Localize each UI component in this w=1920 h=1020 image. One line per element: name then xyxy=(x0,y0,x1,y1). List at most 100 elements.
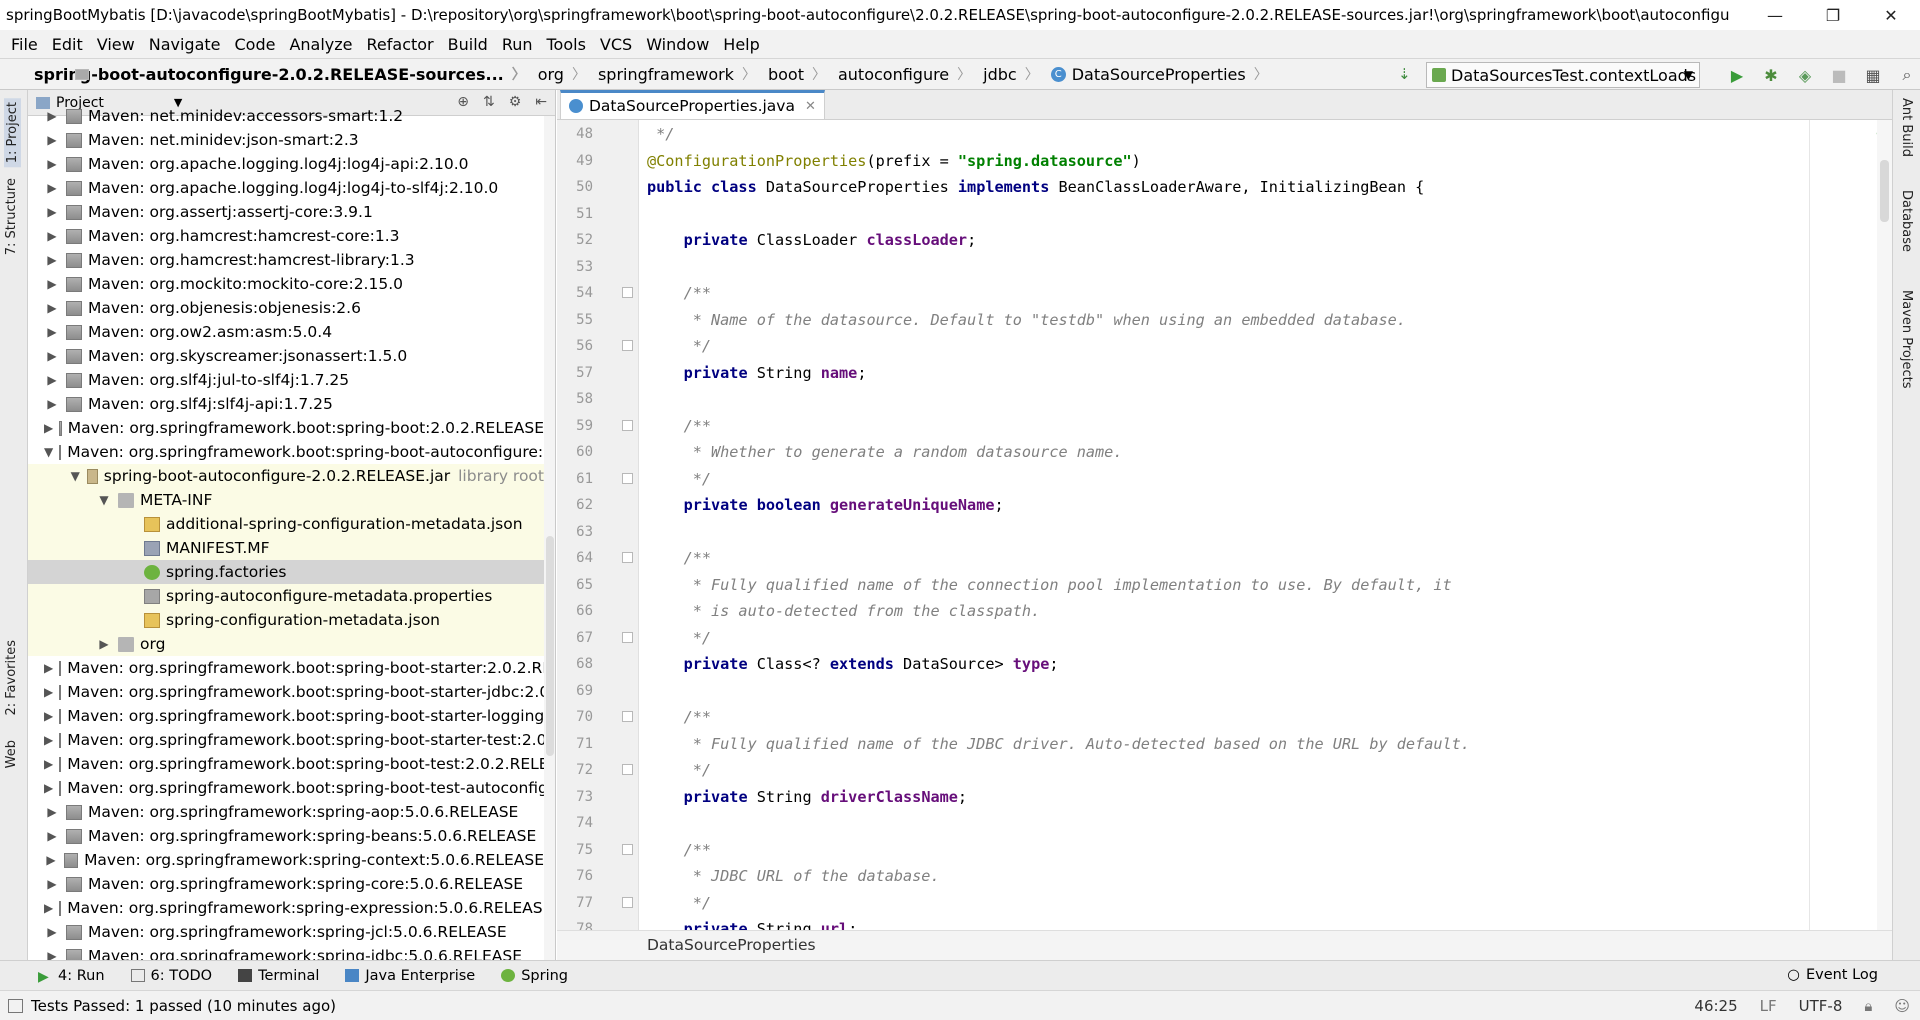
editor-scrollbar[interactable] xyxy=(1877,120,1892,930)
fold-marker-icon[interactable] xyxy=(622,764,633,775)
fold-marker-icon[interactable] xyxy=(622,287,633,298)
fold-marker-icon[interactable] xyxy=(622,896,633,908)
collapsed-arrow-icon[interactable]: ▶ xyxy=(44,229,60,243)
line-separator[interactable]: LF xyxy=(1760,997,1777,1015)
collapsed-arrow-icon[interactable]: ▶ xyxy=(44,853,58,867)
tab-maven-projects[interactable]: Maven Projects xyxy=(1899,290,1914,389)
collapsed-arrow-icon[interactable]: ▶ xyxy=(44,397,60,411)
menu-refactor[interactable]: Refactor xyxy=(360,35,441,54)
fold-marker-icon[interactable] xyxy=(622,472,633,484)
tree-row[interactable]: ▶ Maven: org.apache.logging.log4j:log4j-a… xyxy=(28,152,544,176)
menu-run[interactable]: Run xyxy=(495,35,540,54)
tree-row[interactable]: spring-configuration-metadata.json xyxy=(28,608,544,632)
menu-tools[interactable]: Tools xyxy=(540,35,593,54)
tab-web[interactable]: Web xyxy=(4,740,19,768)
tab-favorites[interactable]: 2: Favorites xyxy=(4,640,19,716)
tree-row[interactable]: ▶ Maven: org.springframework:spring-aop:5… xyxy=(28,800,544,824)
tree-row[interactable]: ▶ Maven: org.springframework.boot:spring-… xyxy=(28,704,555,728)
hector-icon[interactable]: ☺ xyxy=(1894,997,1910,1015)
scrollbar-thumb[interactable] xyxy=(1880,160,1889,222)
tree-row[interactable]: ▶ Maven: org.apache.logging.log4j:log4j-t… xyxy=(28,176,544,200)
tree-row[interactable]: spring-autoconfigure-metadata.properties xyxy=(28,584,544,608)
stop-icon[interactable]: ■ xyxy=(1822,66,1856,85)
collapsed-arrow-icon[interactable]: ▶ xyxy=(44,133,60,147)
tool-window-toggle-icon[interactable] xyxy=(8,998,23,1013)
sort-icon[interactable]: ⇣ xyxy=(1398,65,1411,83)
collapsed-arrow-icon[interactable]: ▶ xyxy=(44,373,60,387)
tree-row[interactable]: ▶ Maven: org.assertj:assertj-core:3.9.1 xyxy=(28,200,544,224)
run-tool-button[interactable]: ▶ 4: Run xyxy=(30,968,113,986)
tab-database[interactable]: Database xyxy=(1899,190,1914,252)
todo-tool-button[interactable]: 6: TODO xyxy=(123,968,221,984)
debug-icon[interactable]: ✱ xyxy=(1754,66,1788,85)
fold-marker-icon[interactable] xyxy=(622,552,633,563)
menu-code[interactable]: Code xyxy=(228,35,283,54)
file-encoding[interactable]: UTF-8 xyxy=(1799,997,1843,1015)
tree-row[interactable]: ▶ Maven: org.springframework.boot:spring-… xyxy=(28,776,555,800)
fold-marker-icon[interactable] xyxy=(622,419,633,431)
editor-tab[interactable]: DataSourceProperties.java ✕ xyxy=(560,90,825,119)
tree-row[interactable]: ▶ Maven: org.springframework:spring-conte… xyxy=(28,848,544,872)
run-icon[interactable]: ▶ xyxy=(1720,66,1754,85)
project-scrollbar[interactable] xyxy=(544,116,555,960)
collapsed-arrow-icon[interactable]: ▶ xyxy=(44,733,53,747)
collapsed-arrow-icon[interactable]: ▶ xyxy=(44,781,53,795)
breadcrumb-item[interactable]: spring-boot-autoconfigure-2.0.2.RELEASE-… xyxy=(28,64,532,84)
close-tab-icon[interactable]: ✕ xyxy=(805,99,816,114)
collapsed-arrow-icon[interactable]: ▶ xyxy=(44,181,60,195)
tree-row[interactable]: ▶ Maven: org.ow2.asm:asm:5.0.4 xyxy=(28,320,544,344)
tree-row[interactable]: ▶ Maven: org.objenesis:objenesis:2.6 xyxy=(28,296,544,320)
code-area[interactable]: */ @ConfigurationProperties(prefix = "spr… xyxy=(639,120,1854,930)
fold-marker-icon[interactable] xyxy=(622,340,633,351)
tree-row[interactable]: ▶ Maven: org.springframework:spring-jcl:5… xyxy=(28,920,544,944)
event-log-button[interactable]: ○ Event Log xyxy=(1787,967,1878,983)
collapsed-arrow-icon[interactable]: ▶ xyxy=(44,205,60,219)
spring-tool-button[interactable]: Spring xyxy=(493,968,576,984)
scrollbar-thumb[interactable] xyxy=(546,536,554,756)
fold-marker-icon[interactable] xyxy=(622,631,633,643)
collapsed-arrow-icon[interactable]: ▶ xyxy=(44,709,53,723)
collapsed-arrow-icon[interactable]: ▶ xyxy=(44,757,53,771)
menu-file[interactable]: File xyxy=(4,35,45,54)
breadcrumb-item[interactable]: jdbc 〉 xyxy=(75,64,1045,84)
menu-help[interactable]: Help xyxy=(716,35,766,54)
tree-row[interactable]: ▶ Maven: org.springframework.boot:spring-… xyxy=(28,728,555,752)
collapsed-arrow-icon[interactable]: ▶ xyxy=(44,421,53,435)
terminal-tool-button[interactable]: Terminal xyxy=(230,968,327,984)
collapsed-arrow-icon[interactable]: ▶ xyxy=(44,253,60,267)
tree-row[interactable]: ▼ META-INF xyxy=(28,488,544,512)
tree-row[interactable]: ▶ Maven: org.springframework:spring-core:… xyxy=(28,872,544,896)
tree-row[interactable]: ▶ Maven: org.slf4j:jul-to-slf4j:1.7.25 xyxy=(28,368,544,392)
collapsed-arrow-icon[interactable]: ▶ xyxy=(44,685,53,699)
search-icon[interactable]: ⌕ xyxy=(1890,65,1920,85)
expanded-arrow-icon[interactable]: ▼ xyxy=(96,493,112,507)
tab-ant-build[interactable]: Ant Build xyxy=(1899,98,1914,157)
tree-row[interactable]: ▼ Maven: org.springframework.boot:spring-… xyxy=(28,440,555,464)
tree-row[interactable]: ▶ Maven: org.springframework:spring-expre… xyxy=(28,896,552,920)
tree-row[interactable]: ▶ Maven: net.minidev:accessors-smart:1.2 xyxy=(28,104,544,128)
collapsed-arrow-icon[interactable]: ▶ xyxy=(44,901,53,915)
expanded-arrow-icon[interactable]: ▼ xyxy=(44,445,53,459)
fold-marker-icon[interactable] xyxy=(622,711,633,722)
tree-row[interactable]: ▶ Maven: net.minidev:json-smart:2.3 xyxy=(28,128,544,152)
collapsed-arrow-icon[interactable]: ▶ xyxy=(44,277,60,291)
collapsed-arrow-icon[interactable]: ▶ xyxy=(44,325,60,339)
collapsed-arrow-icon[interactable]: ▶ xyxy=(44,925,60,939)
project-structure-icon[interactable]: ▦ xyxy=(1856,66,1890,85)
collapsed-arrow-icon[interactable]: ▶ xyxy=(44,157,60,171)
tree-row[interactable]: ▶ org xyxy=(28,632,544,656)
restore-button[interactable]: ❐ xyxy=(1804,0,1862,30)
collapsed-arrow-icon[interactable]: ▶ xyxy=(44,877,60,891)
tab-structure[interactable]: 7: Structure xyxy=(4,178,19,255)
tree-row[interactable]: ▶ Maven: org.slf4j:slf4j-api:1.7.25 xyxy=(28,392,544,416)
minimize-button[interactable]: — xyxy=(1746,0,1804,30)
close-button[interactable]: ✕ xyxy=(1862,0,1920,30)
breadcrumb-item[interactable]: org 〉 xyxy=(75,64,592,84)
menu-view[interactable]: View xyxy=(90,35,142,54)
menu-window[interactable]: Window xyxy=(639,35,716,54)
fold-marker-icon[interactable] xyxy=(622,843,633,855)
java-enterprise-tool-button[interactable]: Java Enterprise xyxy=(337,968,483,984)
tree-row[interactable]: ▶ Maven: org.hamcrest:hamcrest-core:1.3 xyxy=(28,224,544,248)
collapsed-arrow-icon[interactable]: ▶ xyxy=(44,661,53,675)
tree-row[interactable]: ▶ Maven: org.hamcrest:hamcrest-library:1.… xyxy=(28,248,544,272)
